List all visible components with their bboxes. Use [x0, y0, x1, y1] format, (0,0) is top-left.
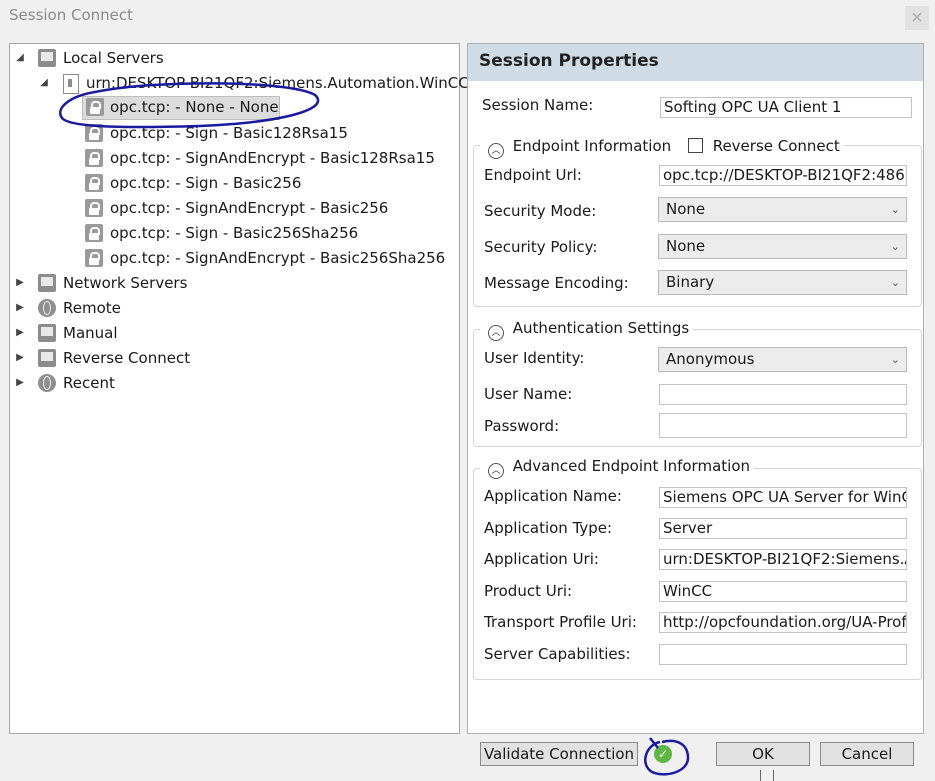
close-icon: ✕ [910, 8, 924, 27]
tree-node-label: opc.tcp: - SignAndEncrypt - Basic256 [110, 199, 389, 217]
tree-node-label: opc.tcp: - SignAndEncrypt - Basic128Rsa1… [110, 149, 435, 167]
application-uri-label: Application Uri: [484, 550, 599, 568]
expand-arrow-icon[interactable]: ▶ [14, 347, 26, 369]
chevron-down-icon: ⌄ [890, 203, 900, 216]
application-name-label: Application Name: [484, 487, 622, 505]
lock-icon [85, 174, 103, 192]
tree-node-label: opc.tcp: - Sign - Basic128Rsa15 [110, 124, 348, 142]
panel-title: Session Properties [479, 51, 659, 71]
tree-node-server-urn[interactable]: ◢ urn:DESKTOP-BI21QF2:Siemens.Automation… [14, 72, 469, 94]
expand-arrow-icon[interactable]: ▶ [14, 297, 26, 319]
tree-node-label: Network Servers [63, 274, 188, 292]
tree-node-label: Remote [63, 299, 121, 317]
lock-icon [85, 249, 103, 267]
transport-profile-uri-input[interactable]: http://opcfoundation.org/UA-Profile/Tran… [659, 612, 907, 633]
user-name-label: User Name: [484, 385, 573, 403]
lock-icon [85, 224, 103, 242]
user-identity-label: User Identity: [484, 349, 585, 367]
chevron-down-icon: ⌄ [890, 240, 900, 253]
expand-arrow-icon[interactable]: ▶ [14, 372, 26, 394]
lock-icon [86, 98, 104, 116]
endpoint-url-label: Endpoint Url: [484, 166, 582, 184]
advanced-endpoint-header: ︿ Advanced Endpoint Information [480, 457, 754, 479]
server-icon [63, 74, 79, 94]
collapse-arrow-icon[interactable]: ◢ [14, 47, 26, 69]
chevron-down-icon: ⌄ [890, 353, 900, 366]
auth-settings-title: Authentication Settings [512, 319, 690, 337]
chevron-down-icon: ⌄ [890, 276, 900, 289]
application-name-input[interactable]: Siemens OPC UA Server for WinCC [659, 487, 907, 508]
tree-node-local-servers[interactable]: ◢ Local Servers [14, 47, 454, 69]
add-server-icon [38, 324, 56, 342]
user-name-input[interactable] [659, 384, 907, 405]
message-encoding-select[interactable]: Binary ⌄ [658, 270, 907, 295]
security-policy-select[interactable]: None ⌄ [658, 234, 907, 259]
tree-node-label: Reverse Connect [63, 349, 191, 367]
security-mode-label: Security Mode: [484, 202, 597, 220]
tree-node-label: Recent [63, 374, 115, 392]
tree-node-label: opc.tcp: - Sign - Basic256 [110, 174, 302, 192]
expand-arrow-icon[interactable]: ▶ [14, 322, 26, 344]
message-encoding-value: Binary [666, 273, 715, 291]
lock-icon [85, 149, 103, 167]
resize-grip-icon[interactable] [760, 770, 774, 781]
cancel-button[interactable]: Cancel [820, 742, 914, 766]
lock-icon [85, 124, 103, 142]
tree-node-label: opc.tcp: - None - None [110, 98, 279, 116]
auth-settings-header: ︿ Authentication Settings [480, 319, 694, 341]
advanced-endpoint-title: Advanced Endpoint Information [512, 457, 750, 475]
computer-icon [38, 49, 56, 67]
server-tree[interactable]: ◢ Local Servers ◢ urn:DESKTOP-BI21QF2:Si… [9, 43, 469, 734]
lock-icon [85, 199, 103, 217]
collapse-arrow-icon[interactable]: ◢ [38, 72, 50, 94]
product-uri-label: Product Uri: [484, 582, 573, 600]
security-policy-label: Security Policy: [484, 238, 598, 256]
server-capabilities-input[interactable] [659, 644, 907, 665]
session-name-label: Session Name: [482, 96, 594, 114]
tree-node-endpoint-selected[interactable]: opc.tcp: - None - None [82, 96, 280, 120]
password-input[interactable] [659, 413, 907, 438]
close-button[interactable]: ✕ [905, 6, 929, 30]
tree-node-label: Local Servers [63, 49, 164, 67]
reverse-connect-icon [38, 349, 56, 367]
user-identity-value: Anonymous [666, 350, 755, 368]
session-properties-panel: Session Properties Session Name: Softing… [467, 43, 924, 734]
tree-node-label: opc.tcp: - Sign - Basic256Sha256 [110, 224, 359, 242]
globe-icon [38, 299, 56, 317]
collapse-icon[interactable]: ︿ [488, 143, 504, 159]
expand-arrow-icon[interactable]: ▶ [14, 272, 26, 294]
collapse-icon[interactable]: ︿ [488, 463, 504, 479]
ok-button[interactable]: OK [716, 742, 810, 766]
validation-ok-icon: ✓ [654, 745, 672, 763]
validate-connection-button[interactable]: Validate Connection [480, 742, 638, 766]
endpoint-info-header: ︿ Endpoint Information Reverse Connect [480, 136, 844, 159]
transport-profile-uri-label: Transport Profile Uri: [484, 613, 637, 631]
recent-icon [38, 374, 56, 392]
tree-node-label: opc.tcp: - SignAndEncrypt - Basic256Sha2… [110, 249, 446, 267]
application-uri-input[interactable]: urn:DESKTOP-BI21QF2:Siemens.Automation.W… [659, 549, 907, 570]
collapse-icon[interactable]: ︿ [488, 325, 504, 341]
application-type-label: Application Type: [484, 519, 613, 537]
user-identity-select[interactable]: Anonymous ⌄ [658, 347, 907, 372]
server-capabilities-label: Server Capabilities: [484, 645, 631, 663]
security-mode-value: None [666, 200, 706, 218]
application-type-input[interactable]: Server [659, 518, 907, 539]
network-icon [38, 274, 56, 292]
password-label: Password: [484, 417, 560, 435]
tree-node-label: Manual [63, 324, 118, 342]
security-policy-value: None [666, 237, 706, 255]
endpoint-info-title: Endpoint Information [512, 137, 672, 155]
security-mode-select[interactable]: None ⌄ [658, 197, 907, 222]
window-title: Session Connect [9, 6, 134, 24]
endpoint-url-input[interactable]: opc.tcp://DESKTOP-BI21QF2:4862 [659, 165, 907, 186]
message-encoding-label: Message Encoding: [484, 274, 629, 292]
tree-node-label: urn:DESKTOP-BI21QF2:Siemens.Automation.W… [86, 74, 469, 92]
reverse-connect-checkbox[interactable] [687, 138, 703, 153]
reverse-connect-label: Reverse Connect [712, 137, 840, 155]
product-uri-input[interactable]: WinCC [659, 581, 907, 602]
session-name-input[interactable]: Softing OPC UA Client 1 [660, 97, 912, 118]
